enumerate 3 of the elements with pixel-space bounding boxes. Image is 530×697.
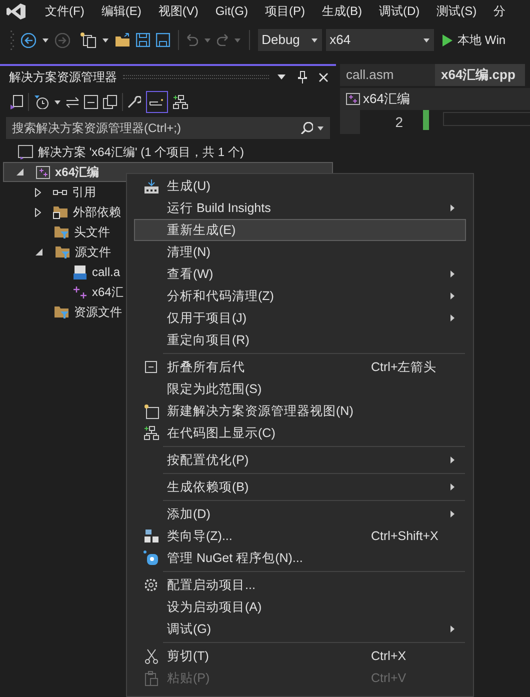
panel-title: 解决方案资源管理器	[9, 69, 117, 86]
line-number: 2	[394, 113, 403, 132]
project-name: x64汇编	[363, 90, 410, 108]
